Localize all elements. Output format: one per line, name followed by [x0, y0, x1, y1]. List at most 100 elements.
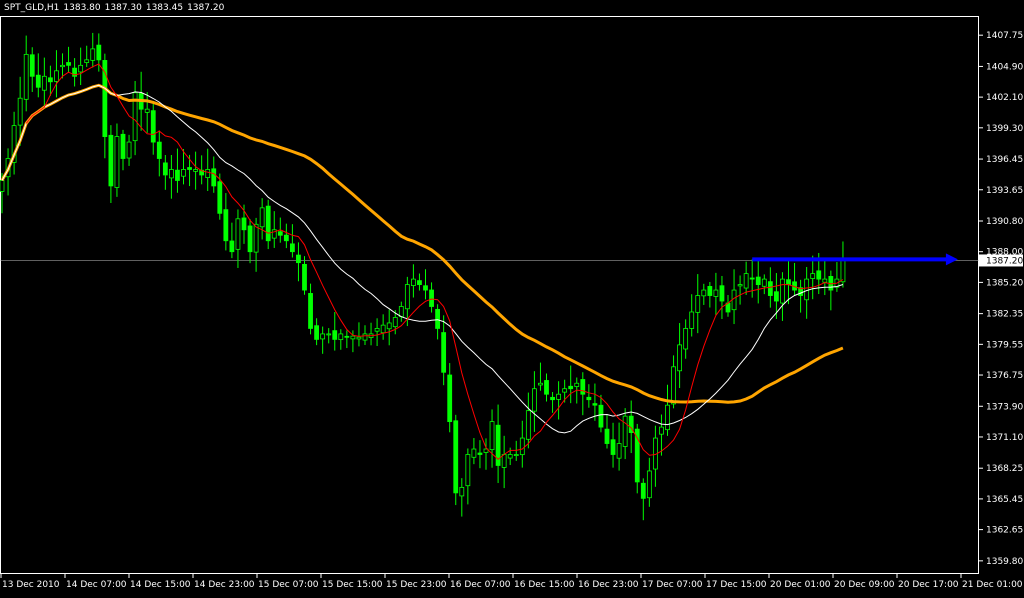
x-tick-label: 16 Dec 07:00 [450, 580, 511, 590]
candle-body [332, 330, 338, 340]
x-tick-label: 17 Dec 07:00 [642, 580, 703, 590]
candle-body [217, 181, 223, 214]
candle-body [326, 333, 332, 336]
candle-body [447, 374, 453, 423]
current-price-label: 1387.20 [986, 256, 1023, 266]
x-tick-label: 20 Dec 09:00 [834, 580, 895, 590]
candle-body [205, 169, 211, 178]
candle-body [398, 306, 404, 318]
x-tick-label: 14 Dec 23:00 [194, 580, 255, 590]
candle-body [489, 421, 495, 451]
candle-body [0, 180, 5, 192]
candle-body [417, 280, 422, 285]
candle-body [507, 454, 513, 459]
candle-body [96, 44, 102, 61]
y-tick-label: 1373.90 [986, 402, 1023, 412]
candle-body [193, 169, 199, 172]
candle-body [683, 328, 689, 350]
y-tick-label: 1371.10 [986, 433, 1023, 443]
candle-body [646, 470, 652, 499]
candle-body [501, 454, 507, 468]
open-value: 1383.80 [63, 3, 101, 13]
candle-body [774, 291, 779, 302]
candle-body [465, 454, 471, 487]
x-tick-label: 20 Dec 01:00 [770, 580, 831, 590]
candle-body [223, 209, 229, 242]
y-tick-label: 1376.75 [986, 371, 1023, 381]
ma-fast-line [25, 63, 844, 460]
y-tick-label: 1407.75 [986, 31, 1023, 41]
candle-body [665, 404, 670, 431]
y-tick-label: 1385.20 [986, 278, 1023, 288]
candle-body [283, 234, 289, 242]
x-tick-label: 15 Dec 23:00 [386, 580, 447, 590]
candle-body [144, 108, 150, 113]
candle-body [671, 366, 676, 405]
candle-body [525, 410, 531, 440]
candle-body [84, 59, 90, 63]
candle-body [580, 379, 586, 395]
candle-body [435, 308, 441, 329]
candle-body [429, 289, 434, 307]
candle-body [241, 217, 247, 231]
x-tick-label: 14 Dec 07:00 [66, 580, 127, 590]
candle-body [175, 169, 180, 181]
candle-body [362, 333, 368, 341]
candle-body [755, 276, 761, 285]
candle-body [253, 223, 259, 253]
candle-body [574, 382, 580, 387]
high-value: 1387.30 [104, 3, 142, 13]
candle-body [308, 293, 313, 329]
candle-body [640, 482, 646, 499]
y-tick-label: 1359.80 [986, 557, 1023, 567]
candle-body [743, 273, 749, 289]
candle-body [211, 168, 217, 187]
candle-body [786, 279, 791, 285]
low-value: 1383.45 [145, 3, 184, 13]
x-tick-label: 14 Dec 15:00 [130, 580, 191, 590]
candle-body [568, 385, 574, 390]
candle-body [404, 284, 410, 310]
candle-body [302, 263, 307, 291]
x-tick-label: 15 Dec 15:00 [322, 580, 383, 590]
candle-body [29, 54, 35, 77]
candle-body [677, 344, 682, 372]
candle-body [556, 393, 561, 400]
candle-body [713, 289, 719, 297]
candle-body [737, 284, 743, 287]
candle-body [459, 486, 465, 497]
candle-body [477, 452, 483, 455]
candle-body [356, 336, 362, 340]
candle-body [780, 278, 785, 304]
candle-body [804, 278, 810, 301]
x-tick-label: 15 Dec 07:00 [258, 580, 319, 590]
candle-body [622, 415, 628, 447]
candle-body [423, 285, 428, 291]
candle-body [90, 48, 96, 61]
candle-body [108, 134, 114, 187]
candle-body [162, 162, 168, 176]
candle-body [532, 388, 537, 412]
close-value: 1387.20 [187, 3, 225, 13]
candle-body [386, 322, 392, 330]
candle-body [707, 286, 713, 296]
symbol-label: SPT_GLD,H1 [4, 3, 60, 13]
candle-body [810, 273, 816, 279]
y-tick-label: 1404.90 [986, 62, 1023, 72]
candle-body [410, 278, 416, 286]
x-tick-label: 13 Dec 2010 [2, 580, 60, 590]
candle-body [610, 439, 616, 455]
candle-body [235, 218, 241, 250]
candle-body [749, 277, 755, 280]
candle-body [471, 448, 477, 458]
candle-body [150, 110, 156, 143]
candle-body [320, 333, 326, 340]
price-chart[interactable]: 1407.75 1404.90 1402.10 1399.30 1396.45 1393.… [0, 0, 1024, 598]
candle-body [126, 141, 132, 159]
candle-body [392, 317, 398, 328]
candle-body [265, 205, 271, 242]
trend-arrow-head[interactable] [945, 253, 958, 266]
y-tick-label: 1365.45 [986, 495, 1023, 505]
candle-body [181, 169, 186, 177]
candle-body [259, 207, 265, 228]
